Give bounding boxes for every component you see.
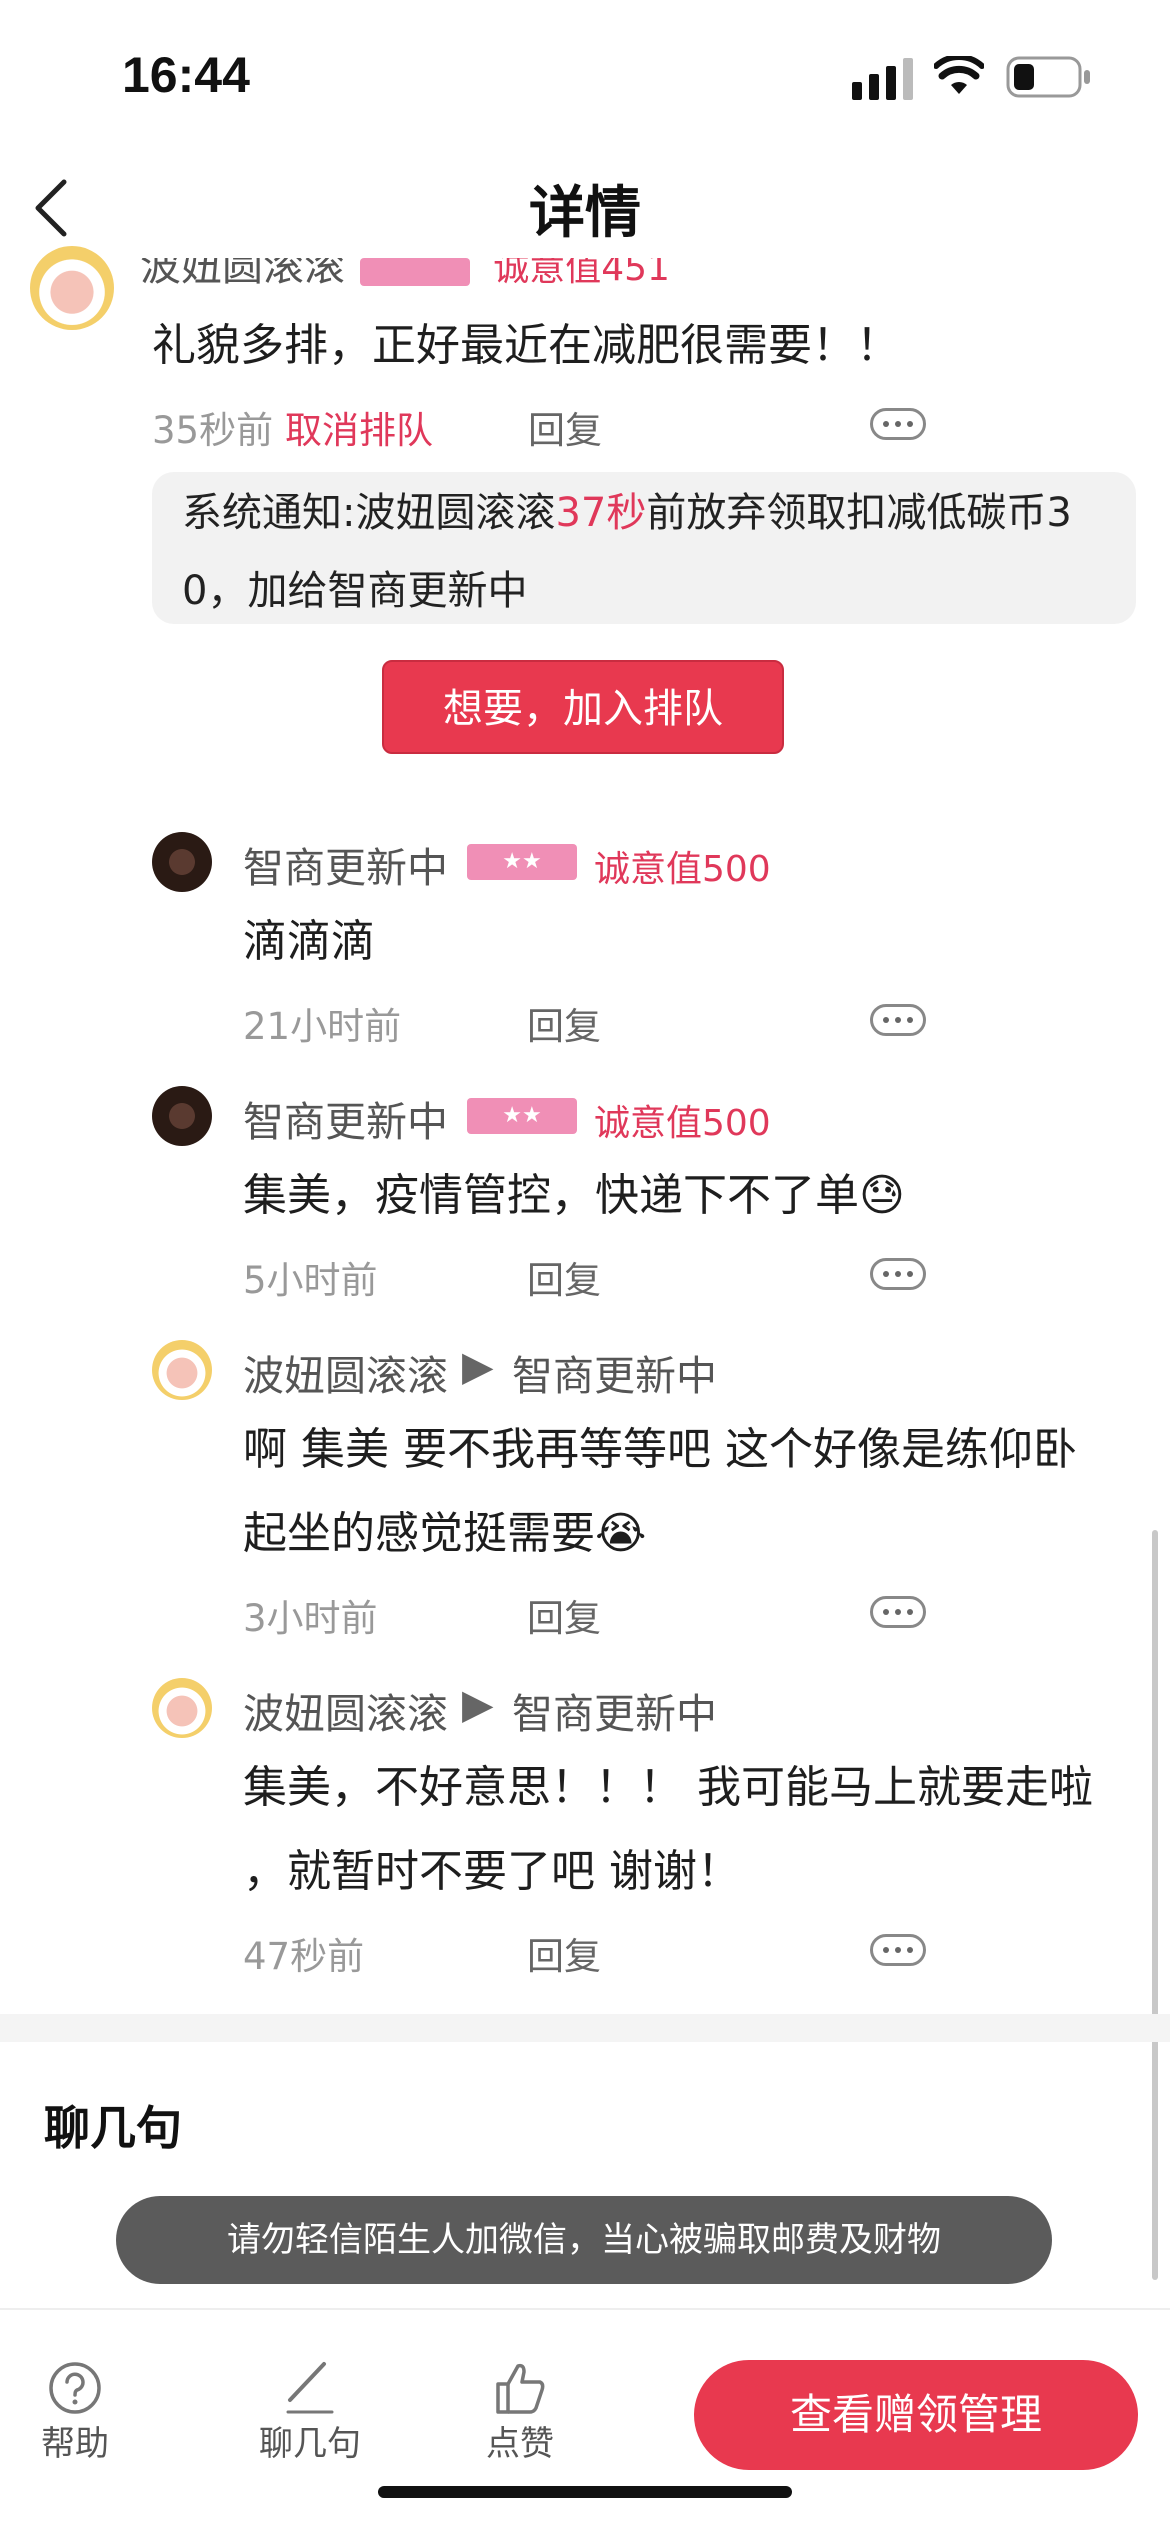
reply-arrow-icon: ▶ [462, 1680, 494, 1728]
avatar[interactable] [152, 832, 212, 892]
system-notice-text: 系统通知:波妞圆滚滚37秒前放弃领取扣减低碳币3 0，加给智商更新中 [182, 490, 1072, 614]
tab-like[interactable]: 点赞 [460, 2360, 580, 2480]
home-indicator[interactable] [378, 2486, 792, 2498]
signal-icon [852, 58, 914, 104]
status-time: 16:44 [122, 47, 250, 103]
comment-time: 35秒前 [152, 409, 274, 452]
reply-arrow-icon: ▶ [462, 1342, 494, 1390]
comment-text: 集美，不好意思！！！ 我可能马上就要走啦 ，就暂时不要了吧 谢谢！ [243, 1762, 1093, 1897]
more-options-icon[interactable] [870, 1596, 926, 1628]
more-options-icon[interactable] [870, 1004, 926, 1036]
join-queue-button[interactable]: 想要，加入排队 [382, 660, 784, 754]
sincerity-value: 诚意值451 [493, 258, 670, 286]
tab-chat[interactable]: 聊几句 [250, 2360, 370, 2480]
avatar[interactable] [30, 246, 114, 330]
comment-author[interactable]: 波妞圆滚滚 [243, 1680, 448, 1740]
more-options-icon[interactable] [870, 1258, 926, 1290]
tab-help[interactable]: 帮助 [30, 2360, 120, 2480]
avatar[interactable] [152, 1678, 212, 1738]
avatar[interactable] [152, 1340, 212, 1400]
chat-section-title: 聊几句 [44, 2101, 182, 2155]
reply-button[interactable]: 回复 [528, 400, 602, 454]
comment-text: 礼貌多排，正好最近在减肥很需要！！ [152, 320, 900, 371]
comment-time: 21小时前 [243, 1005, 402, 1048]
rank-badge [360, 258, 471, 286]
warning-toast: 请勿轻信陌生人加微信，当心被骗取邮费及财物 [116, 2196, 1052, 2284]
sincerity-value: 诚意值500 [594, 849, 771, 890]
comment-author[interactable]: 波妞圆滚滚 [243, 1342, 448, 1402]
sincerity-value: 诚意值500 [594, 1103, 771, 1144]
comment-author[interactable]: 智商更新中 [243, 1088, 448, 1148]
reply-button[interactable]: 回复 [527, 1926, 601, 1980]
comment-time: 47秒前 [243, 1935, 365, 1978]
comment-time: 5小时前 [243, 1259, 378, 1302]
tab-like-label: 点赞 [486, 2424, 554, 2464]
more-options-icon[interactable] [870, 408, 926, 440]
help-icon [49, 2362, 101, 2414]
thumbs-up-icon [496, 2363, 545, 2414]
avatar[interactable] [152, 1086, 212, 1146]
reply-button[interactable]: 回复 [527, 996, 601, 1050]
cancel-queue-button[interactable]: 取消排队 [285, 400, 433, 454]
comment-text: 啊 集美 要不我再等等吧 这个好像是练仰卧 起坐的感觉挺需要😭 [243, 1424, 1077, 1559]
comment-author[interactable]: 智商更新中 [243, 834, 448, 894]
rank-badge: ★★ [467, 844, 577, 880]
wifi-icon [933, 54, 985, 100]
more-options-icon[interactable] [870, 1934, 926, 1966]
comment-text: 滴滴滴 [243, 916, 375, 967]
reply-target[interactable]: 智商更新中 [512, 1342, 717, 1402]
comment-author[interactable]: 波妞圆滚滚 [140, 258, 345, 286]
pen-icon [286, 2362, 334, 2414]
rank-badge: ★★ [467, 1098, 577, 1134]
reply-button[interactable]: 回复 [527, 1250, 601, 1304]
comment-text: 集美，疫情管控，快递下不了单😓 [243, 1170, 905, 1221]
section-divider [0, 2014, 1170, 2042]
view-gift-management-button[interactable]: 查看赠领管理 [694, 2360, 1138, 2470]
page-title: 详情 [529, 181, 641, 246]
tab-help-label: 帮助 [41, 2424, 109, 2464]
battery-icon [1006, 56, 1092, 102]
scrollbar[interactable] [1152, 1530, 1158, 2280]
tab-chat-label: 聊几句 [259, 2424, 361, 2464]
comment-time: 3小时前 [243, 1597, 378, 1640]
reply-target[interactable]: 智商更新中 [512, 1680, 717, 1740]
reply-button[interactable]: 回复 [527, 1588, 601, 1642]
